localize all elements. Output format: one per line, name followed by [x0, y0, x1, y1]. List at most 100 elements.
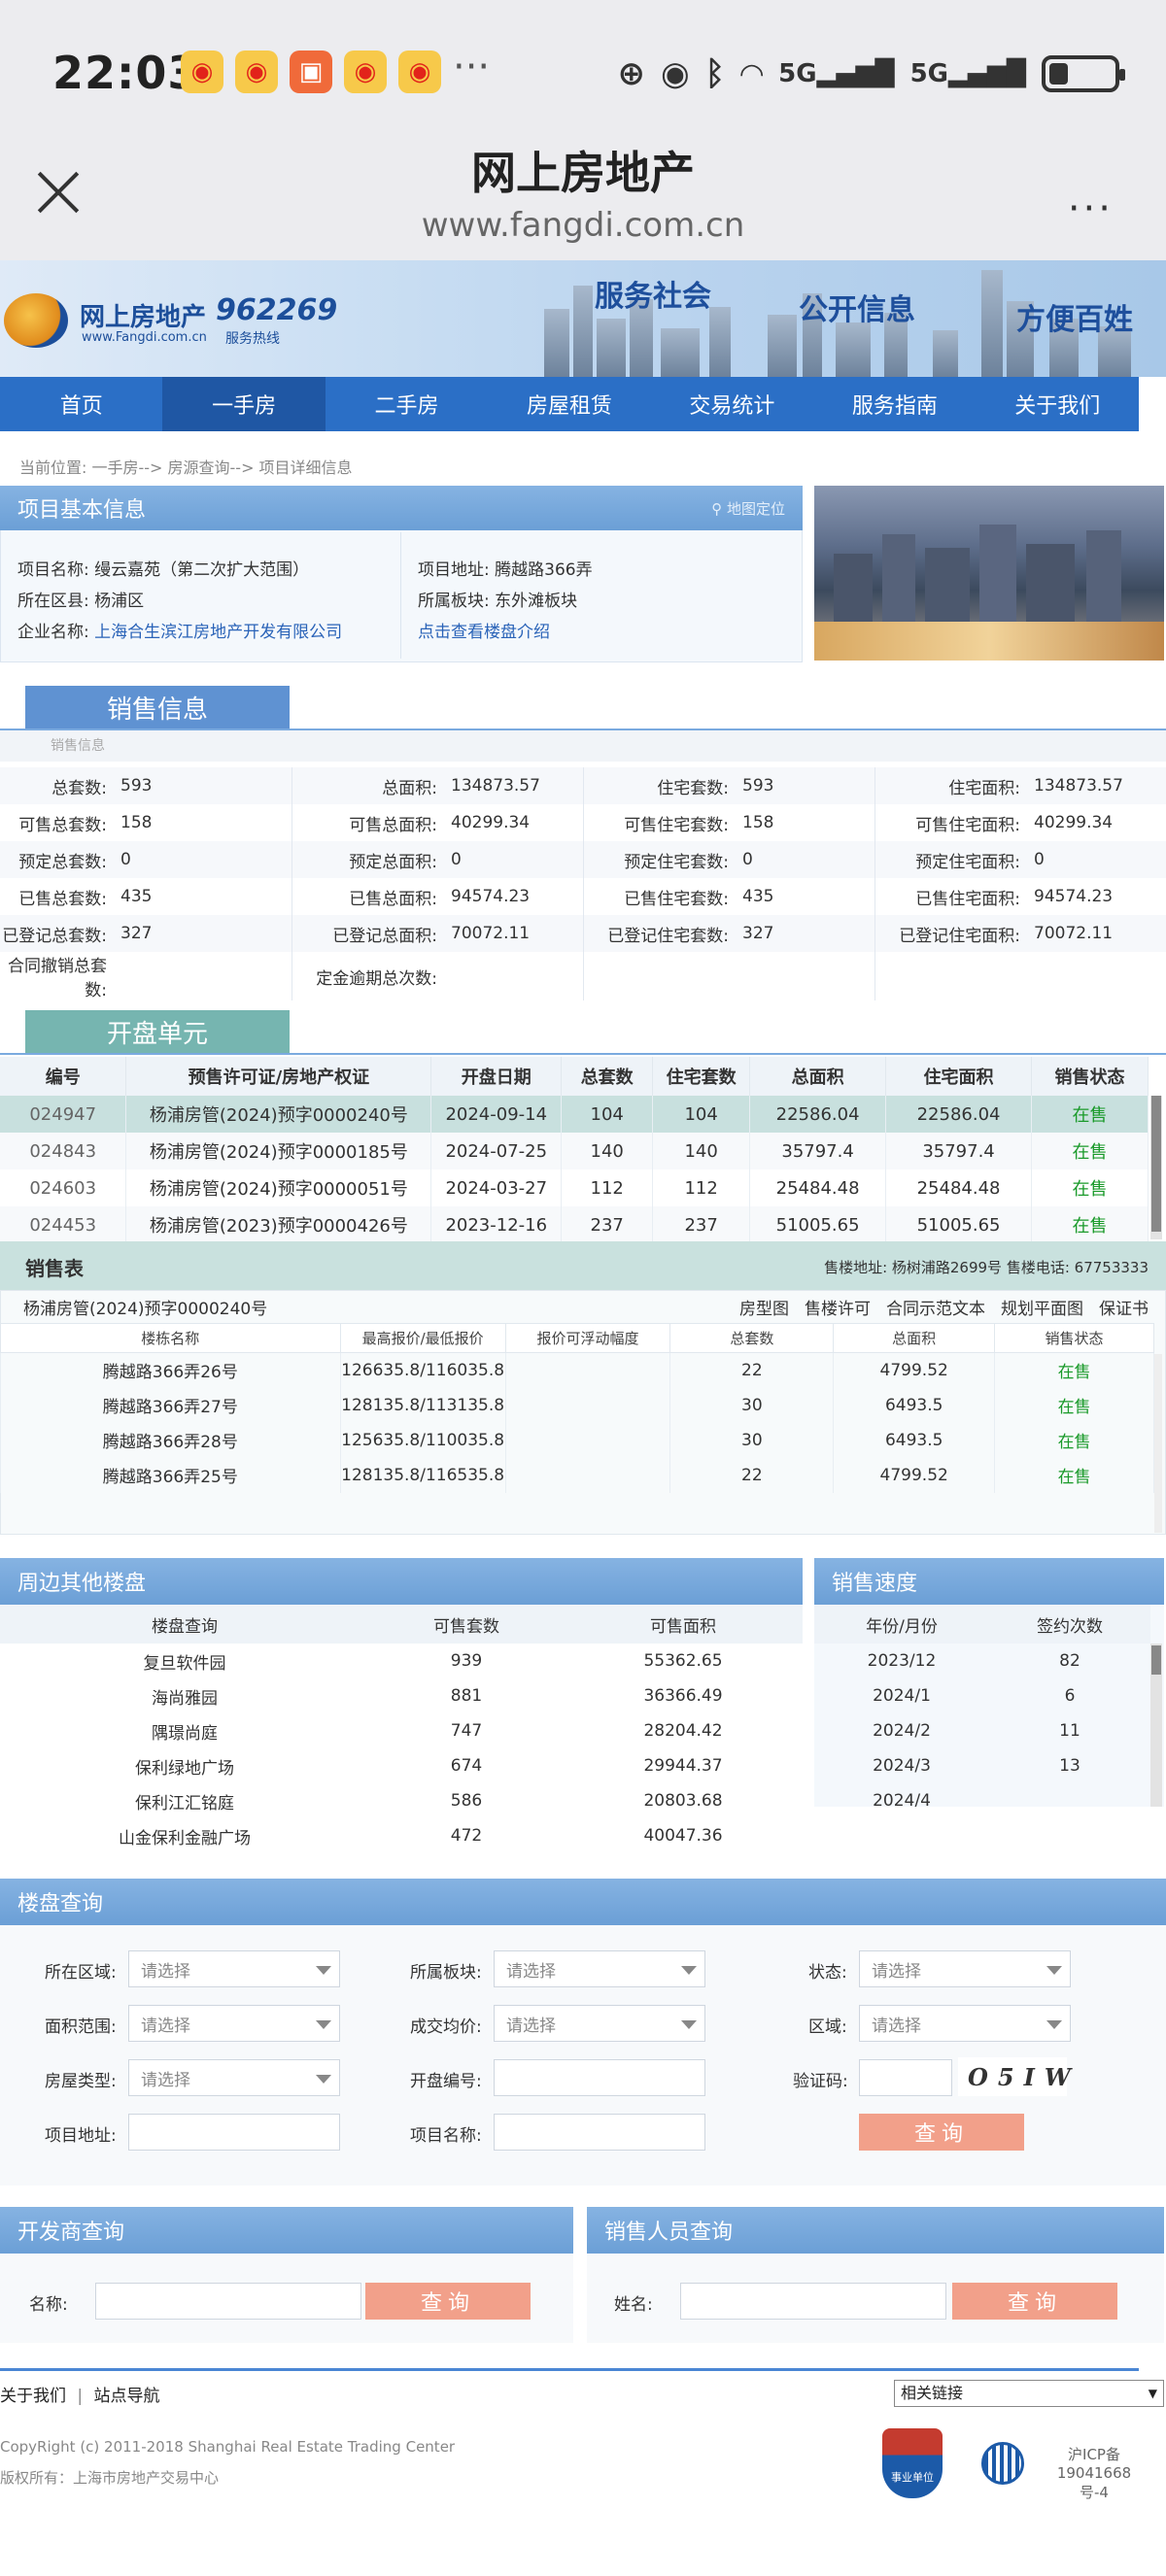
- sales-info-label: 可售住宅面积:: [874, 804, 1030, 841]
- menu-statistics[interactable]: 交易统计: [651, 377, 813, 431]
- building-row[interactable]: 腾越路366弄28号 125635.8/110035.8 30 6493.5 在售: [0, 1422, 1154, 1458]
- menu-new-homes[interactable]: 一手房: [162, 377, 326, 431]
- units-row[interactable]: 024453 杨浦房管(2023)预字0000426号 2023-12-16 237 2…: [0, 1206, 1149, 1243]
- developer-search-button[interactable]: 查询: [365, 2283, 531, 2320]
- sales-info-value: 435: [120, 887, 153, 906]
- address-label: 项目地址:: [418, 560, 490, 580]
- building-row[interactable]: 腾越路366弄25号 128135.8/116535.8 22 4799.52 在售: [0, 1457, 1154, 1493]
- company-link[interactable]: 上海合生滨江房地产开发有限公司: [94, 623, 342, 642]
- area-filter-label: 面积范围:: [45, 2017, 117, 2037]
- unit-id: 024947: [0, 1096, 127, 1133]
- institution-badge-icon[interactable]: 事业单位: [882, 2428, 943, 2498]
- map-location-link[interactable]: ⚲ 地图定位: [711, 498, 785, 519]
- project-intro-link[interactable]: 点击查看楼盘介绍: [418, 618, 550, 642]
- nearby-project-link[interactable]: 保利江汇铭庭: [0, 1783, 369, 1818]
- region-select[interactable]: 请选择: [859, 2005, 1071, 2042]
- nearby-project-link[interactable]: 山金保利金融广场: [0, 1818, 369, 1853]
- building-column-header: 总套数: [669, 1323, 835, 1353]
- units-row[interactable]: 024603 杨浦房管(2024)预字0000051号 2024-03-27 112 1…: [0, 1169, 1149, 1206]
- status-filter-label: 状态:: [808, 1963, 847, 1983]
- search-header: 楼盘查询: [0, 1879, 1166, 1925]
- captcha-image[interactable]: O5IW: [958, 2057, 1071, 2096]
- block-select[interactable]: 请选择: [494, 1950, 705, 1987]
- developer-name-label: 名称:: [29, 2295, 68, 2315]
- developer-name-input[interactable]: [95, 2283, 361, 2320]
- menu-second-hand[interactable]: 二手房: [326, 377, 488, 431]
- more-menu-icon[interactable]: ···: [1068, 186, 1114, 231]
- opening-code-input[interactable]: [494, 2059, 705, 2096]
- sales-info-label: 已售住宅套数:: [582, 878, 738, 915]
- sitemap-link[interactable]: 站点导航: [94, 2387, 160, 2406]
- gov-emblem-icon[interactable]: [981, 2442, 1024, 2485]
- search-button[interactable]: 查询: [859, 2114, 1024, 2151]
- code-filter-label: 开盘编号:: [410, 2072, 482, 2091]
- nearby-row[interactable]: 海尚雅园 881 36366.49: [0, 1678, 803, 1713]
- building-cell: 22: [669, 1457, 835, 1493]
- building-cell: 128135.8/116535.8: [339, 1457, 506, 1493]
- district-select[interactable]: 请选择: [128, 1950, 340, 1987]
- building-row[interactable]: 腾越路366弄26号 126635.8/116035.8 22 4799.52 在售: [0, 1352, 1154, 1388]
- captcha-input[interactable]: [859, 2059, 952, 2096]
- building-cell: 4799.52: [833, 1457, 996, 1493]
- captcha-label: 验证码:: [793, 2072, 848, 2091]
- sales-info-value: [1030, 952, 1166, 1000]
- units-column-header: 销售状态: [1031, 1057, 1149, 1096]
- agent-search-button[interactable]: 查询: [952, 2283, 1117, 2320]
- menu-home[interactable]: 首页: [0, 377, 162, 431]
- icp-label: 沪ICP备: [1068, 2446, 1120, 2463]
- logo-text[interactable]: 网上房地产: [80, 297, 206, 333]
- building-cell: [504, 1457, 671, 1493]
- project-address-input[interactable]: [128, 2114, 340, 2151]
- project-address-label: 项目地址:: [45, 2126, 117, 2146]
- nearby-cell: 586: [450, 1791, 483, 1811]
- units-column-header: 总面积: [749, 1057, 887, 1096]
- building-cell: 126635.8/116035.8: [339, 1352, 506, 1388]
- nearby-project-link[interactable]: 保利绿地广场: [0, 1748, 369, 1783]
- agent-name-input[interactable]: [680, 2283, 946, 2320]
- nearby-row[interactable]: 山金保利金融广场 472 40047.36: [0, 1818, 803, 1853]
- units-row[interactable]: 024843 杨浦房管(2024)预字0000185号 2024-07-25 140 1…: [0, 1133, 1149, 1169]
- speed-cell: 2024/3: [873, 1756, 931, 1776]
- sales-info-value: 327: [742, 924, 774, 943]
- nearby-project-link[interactable]: 复旦软件园: [0, 1644, 369, 1678]
- units-cell: 140: [652, 1133, 751, 1169]
- nearby-row[interactable]: 保利江汇铭庭 586 20803.68: [0, 1783, 803, 1818]
- speed-row: 2023/12 82: [814, 1644, 1150, 1678]
- menu-rental[interactable]: 房屋租赁: [488, 377, 650, 431]
- project-name-input[interactable]: [494, 2114, 705, 2151]
- units-column-header: 编号: [0, 1057, 127, 1096]
- price-select[interactable]: 请选择: [494, 2005, 705, 2042]
- nearby-row[interactable]: 保利绿地广场 674 29944.37: [0, 1748, 803, 1783]
- banner-slogan: 公开信息: [799, 293, 915, 327]
- units-row[interactable]: 024947 杨浦房管(2024)预字0000240号 2024-09-14 104 1…: [0, 1096, 1149, 1133]
- menu-about[interactable]: 关于我们: [977, 377, 1139, 431]
- units-column-header: 预售许可证/房地产权证: [125, 1057, 432, 1096]
- units-tab[interactable]: 开盘单元: [25, 1010, 290, 1053]
- units-cell: 112: [652, 1169, 751, 1206]
- about-us-link[interactable]: 关于我们: [0, 2387, 66, 2406]
- units-cell: 140: [561, 1133, 654, 1169]
- sales-info-value: 327: [120, 924, 153, 943]
- area-select[interactable]: 请选择: [128, 2005, 340, 2042]
- building-cell: [504, 1387, 671, 1423]
- related-links-select[interactable]: 相关链接 ▼: [894, 2380, 1164, 2407]
- icp-number: 19041668号-4: [1056, 2464, 1132, 2501]
- sales-info-tab[interactable]: 销售信息: [25, 686, 290, 729]
- nearby-row[interactable]: 复旦软件园 939 55362.65: [0, 1644, 803, 1678]
- nearby-row[interactable]: 隅璟尚庭 747 28204.42: [0, 1713, 803, 1748]
- units-cell: 2023-12-16: [430, 1206, 563, 1243]
- nearby-project-link[interactable]: 海尚雅园: [0, 1678, 369, 1713]
- sale-status: 在售: [994, 1352, 1154, 1388]
- building-column-header: 最高报价/最低报价: [339, 1323, 506, 1353]
- sales-info-value: 0: [1034, 850, 1045, 869]
- units-cell: 35797.4: [885, 1133, 1033, 1169]
- status-select[interactable]: 请选择: [859, 1950, 1071, 1987]
- nearby-project-link[interactable]: 隅璟尚庭: [0, 1713, 369, 1748]
- weibo-icon: ◉: [235, 51, 278, 93]
- type-select[interactable]: 请选择: [128, 2059, 340, 2096]
- building-row[interactable]: 腾越路366弄27号 128135.8/113135.8 30 6493.5 在售: [0, 1387, 1154, 1423]
- unit-id: 024843: [0, 1133, 127, 1169]
- sales-info-label: 已登记住宅面积:: [874, 915, 1030, 952]
- hotline-number: 962269: [216, 293, 338, 327]
- menu-guide[interactable]: 服务指南: [813, 377, 976, 431]
